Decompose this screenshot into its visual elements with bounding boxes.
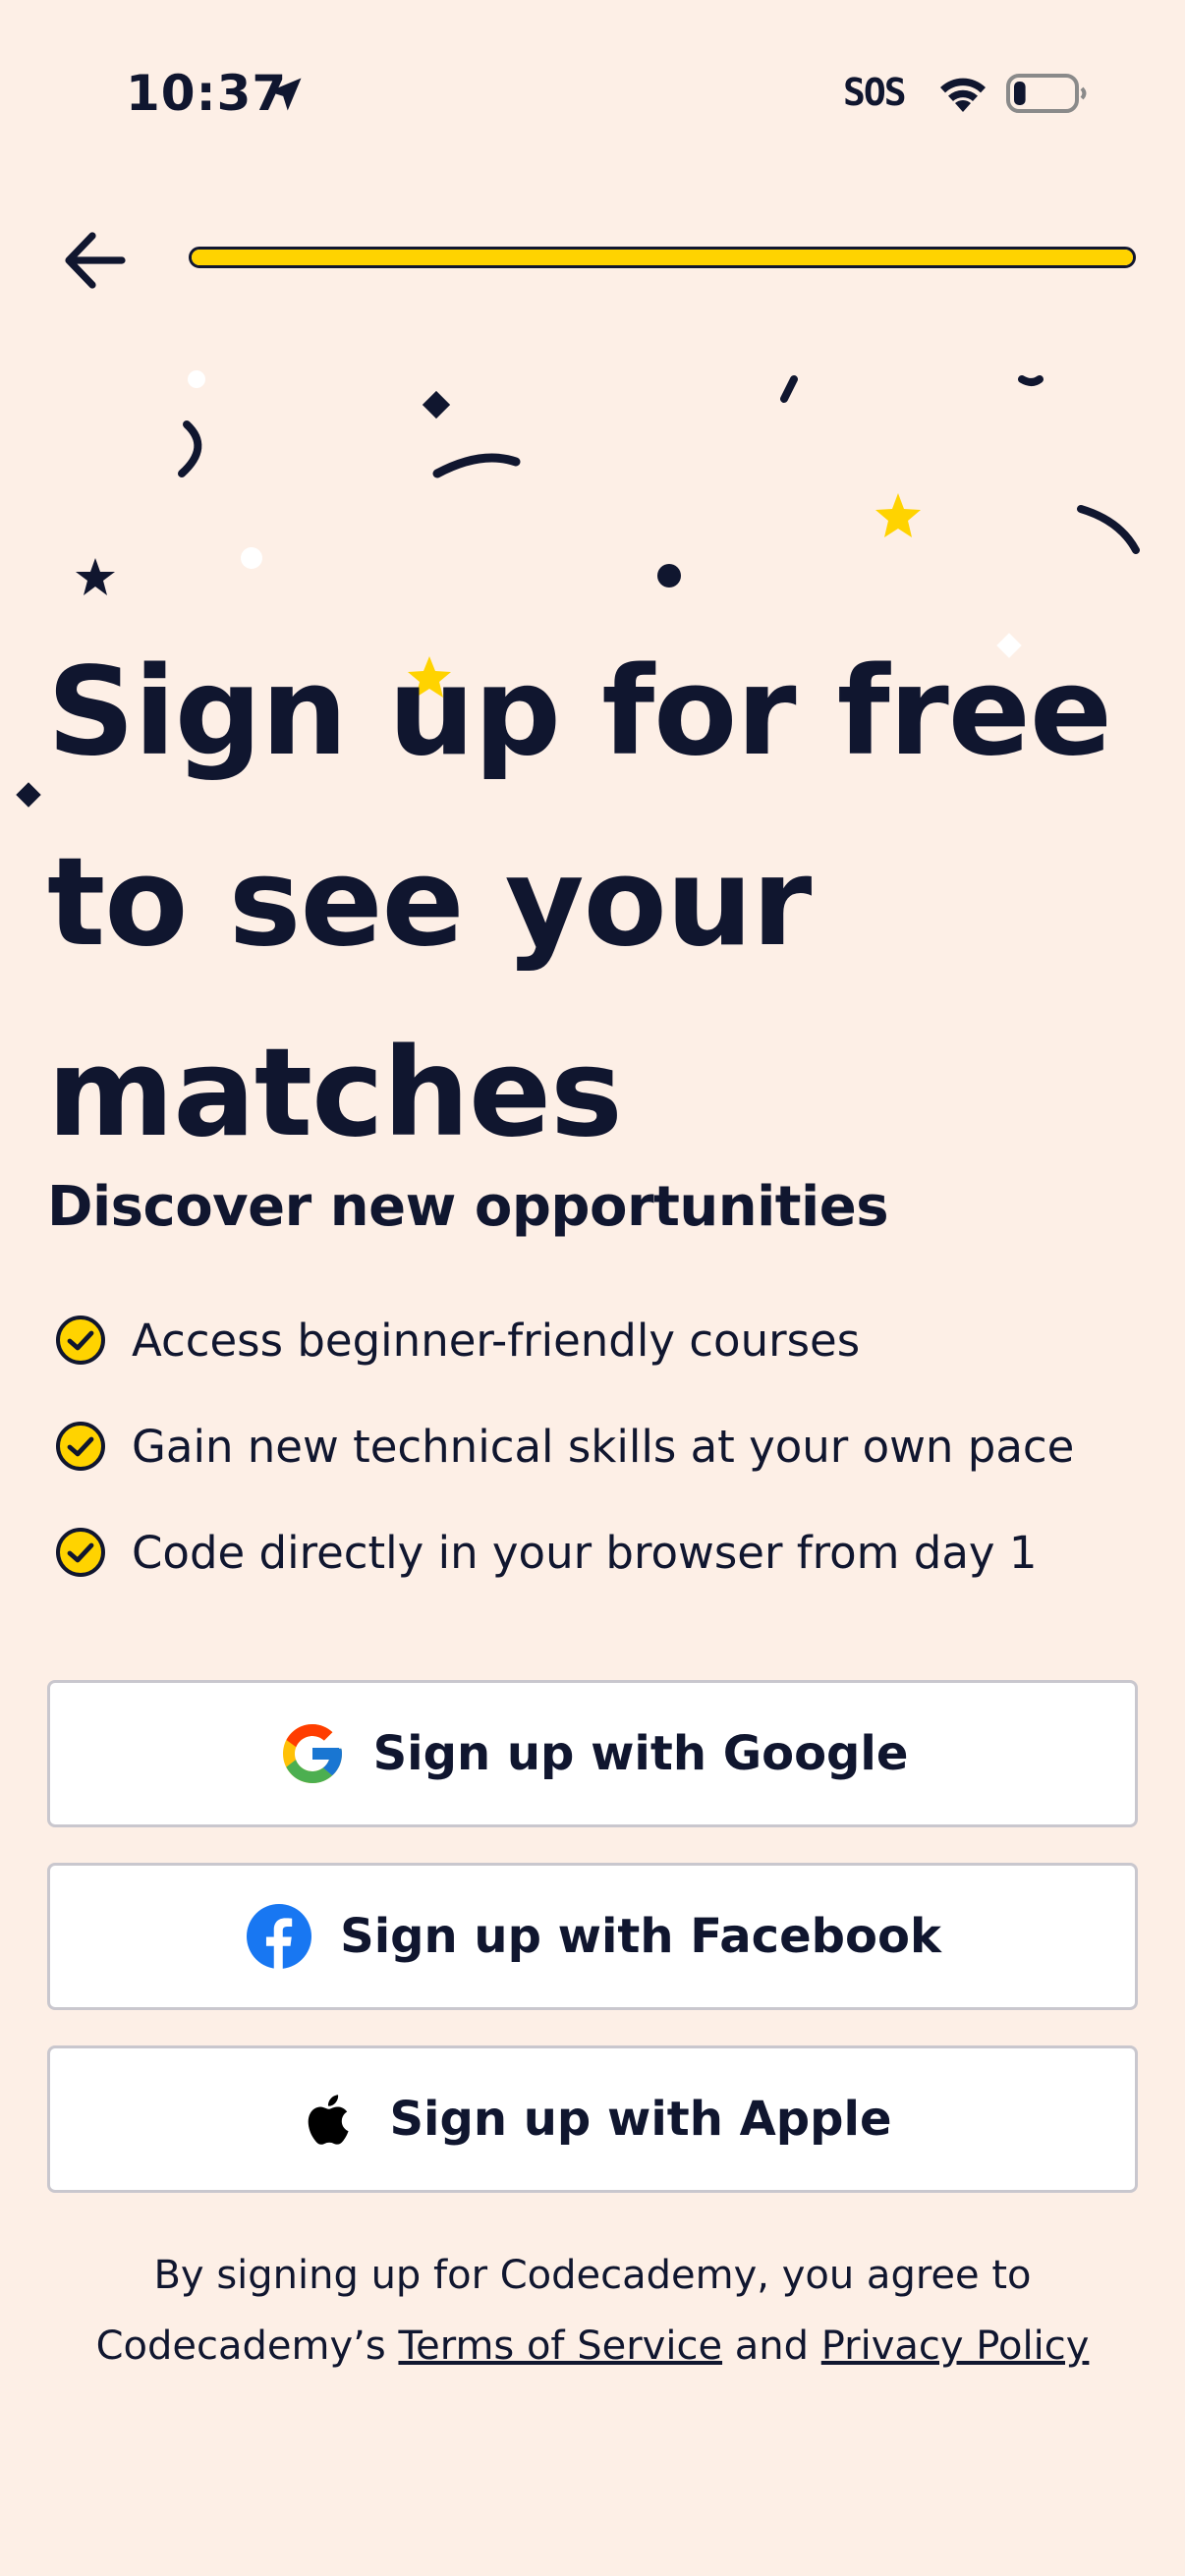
apple-signup-button[interactable]: Sign up with Apple [47, 2045, 1138, 2193]
section-subheading: Discover new opportunities [47, 1175, 889, 1239]
benefit-item: Gain new technical skills at your own pa… [55, 1393, 1074, 1499]
benefit-text: Gain new technical skills at your own pa… [132, 1420, 1075, 1473]
benefit-item: Code directly in your browser from day 1 [55, 1499, 1074, 1605]
privacy-policy-link[interactable]: Privacy Policy [821, 2324, 1090, 2369]
progress-bar [189, 247, 1136, 268]
check-circle-icon [56, 1422, 105, 1471]
benefit-text: Access beginner-friendly courses [132, 1314, 861, 1367]
benefit-item: Access beginner-friendly courses [55, 1287, 1074, 1393]
benefits-list: Access beginner-friendly courses Gain ne… [55, 1287, 1074, 1605]
location-arrow-icon [268, 78, 302, 111]
status-bar: 10:37 SOS [0, 0, 1185, 196]
apple-icon [309, 2095, 350, 2145]
facebook-icon [247, 1904, 312, 1969]
facebook-signup-button[interactable]: Sign up with Facebook [47, 1863, 1138, 2010]
legal-notice: By signing up for Codecademy, you agree … [39, 2240, 1146, 2381]
google-signup-button[interactable]: Sign up with Google [47, 1680, 1138, 1827]
battery-icon [1006, 74, 1087, 113]
legal-conjunction: and [734, 2324, 810, 2369]
apple-signup-label: Sign up with Apple [389, 2092, 892, 2147]
page-title: Sign up for free to see your matches [47, 642, 1112, 1164]
carrier-status: SOS [843, 71, 907, 114]
progress-fill [192, 250, 1133, 265]
benefit-text: Code directly in your browser from day 1 [132, 1526, 1038, 1579]
check-circle-icon [56, 1316, 105, 1365]
google-signup-label: Sign up with Google [372, 1726, 909, 1781]
wifi-icon [940, 78, 986, 112]
facebook-signup-label: Sign up with Facebook [340, 1909, 941, 1964]
terms-of-service-link[interactable]: Terms of Service [398, 2324, 722, 2369]
google-icon [282, 1724, 342, 1783]
back-button[interactable] [59, 226, 134, 295]
check-circle-icon [56, 1528, 105, 1577]
